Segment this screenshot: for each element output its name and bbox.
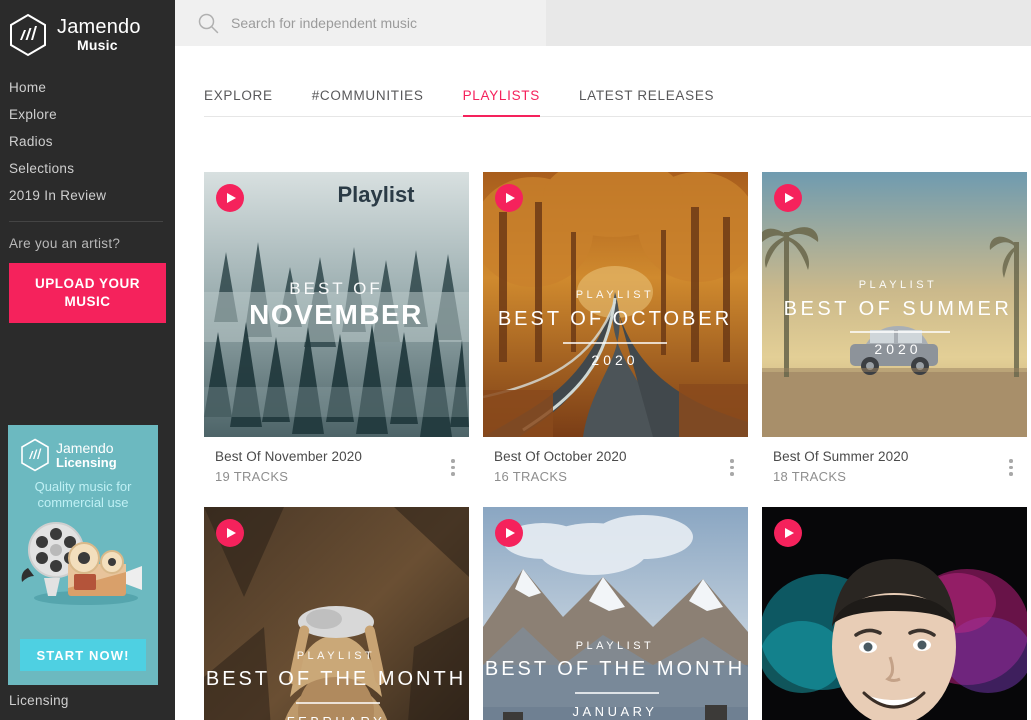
svg-text:PLAYLIST: PLAYLIST xyxy=(576,289,655,301)
tab-playlists[interactable]: PLAYLISTS xyxy=(462,88,540,117)
playlist-card[interactable]: PLAYLIST BEST OF THE MONTH JANUARY xyxy=(483,507,748,720)
brand-logo[interactable]: Jamendo Music xyxy=(0,0,175,58)
tab-communities[interactable]: #COMMUNITIES xyxy=(312,88,424,117)
svg-text:BEST OF OCTOBER: BEST OF OCTOBER xyxy=(498,308,732,330)
promo-subtitle: Licensing xyxy=(56,454,117,470)
sidebar-item-radios[interactable]: Radios xyxy=(0,128,175,155)
upload-your-music-button[interactable]: UPLOAD YOUR MUSIC xyxy=(9,263,166,324)
sidebar-item-explore[interactable]: Explore xyxy=(0,101,175,128)
promo-tagline: Quality music for commercial use xyxy=(34,479,132,511)
svg-text:NOVEMBER: NOVEMBER xyxy=(249,299,423,330)
svg-text:PLAYLIST: PLAYLIST xyxy=(576,640,655,652)
search-input[interactable] xyxy=(231,15,531,31)
three-dot-menu-icon[interactable] xyxy=(451,459,455,479)
play-icon[interactable] xyxy=(216,184,244,212)
play-icon[interactable] xyxy=(216,519,244,547)
playlist-cover-art[interactable]: PLAYLIST BEST OF SUMMER 2020 xyxy=(762,172,1027,437)
playlist-tracks: 19 TRACKS xyxy=(215,469,289,485)
svg-text:PLAYLIST: PLAYLIST xyxy=(859,279,938,291)
sidebar-item-selections[interactable]: Selections xyxy=(0,155,175,182)
start-now-button[interactable]: START NOW! xyxy=(20,639,146,671)
playlist-card[interactable]: PLAYLIST BEST OF THE MONTH FEBRUARY xyxy=(204,507,469,720)
play-icon[interactable] xyxy=(774,519,802,547)
brand-text: Jamendo Music xyxy=(57,17,141,52)
sidebar-item-2019-in-review[interactable]: 2019 In Review xyxy=(0,182,175,209)
app-root: Jamendo Music Home Explore Radios Select… xyxy=(0,0,1031,720)
playlist-cover-art[interactable]: PLAYLIST BEST OF THE MONTH FEBRUARY xyxy=(204,507,469,720)
sidebar-nav: Home Explore Radios Selections 2019 In R… xyxy=(0,74,175,209)
playlist-cover-art[interactable] xyxy=(762,507,1027,720)
play-icon[interactable] xyxy=(495,519,523,547)
sidebar-footer-licensing-link[interactable]: Licensing xyxy=(9,693,69,708)
promo-header: Jamendo Licensing xyxy=(8,425,158,472)
play-icon[interactable] xyxy=(495,184,523,212)
playlist-card-footer: Best Of Summer 2020 18 TRACKS xyxy=(762,437,1027,492)
playlist-card-footer: Best Of October 2020 16 TRACKS xyxy=(483,437,748,492)
artist-prompt: Are you an artist? xyxy=(9,236,121,251)
licensing-promo-card[interactable]: Jamendo Licensing Quality music for comm… xyxy=(8,425,158,685)
playlist-cover-art[interactable]: PLAYLIST BEST OF OCTOBER 2020 xyxy=(483,172,748,437)
svg-text:2020: 2020 xyxy=(874,341,921,357)
brand-sub: Music xyxy=(77,37,118,53)
promo-title: Jamendo xyxy=(56,439,114,456)
svg-text:BEST OF THE MONTH: BEST OF THE MONTH xyxy=(485,658,745,680)
playlist-title: Best Of Summer 2020 xyxy=(773,449,909,464)
playlist-card-footer: Best Of November 2020 19 TRACKS xyxy=(204,437,469,492)
playlist-cover-art[interactable]: PLAYLIST BEST OF THE MONTH JANUARY xyxy=(483,507,748,720)
playlist-cover-art[interactable]: Playlist BEST OF NOVEMBER xyxy=(204,172,469,437)
jamendo-hexagon-logo-icon xyxy=(8,13,48,57)
playlist-grid: Playlist BEST OF NOVEMBER Best Of Novemb… xyxy=(175,117,1031,720)
playlist-title: Best Of November 2020 xyxy=(215,449,362,464)
brand-name: Jamendo xyxy=(57,16,141,38)
svg-text:FEBRUARY: FEBRUARY xyxy=(287,714,386,720)
main-content: EXPLORE #COMMUNITIES PLAYLISTS LATEST RE… xyxy=(175,0,1031,720)
tab-explore[interactable]: EXPLORE xyxy=(204,88,273,117)
playlist-card[interactable]: Playlist BEST OF NOVEMBER Best Of Novemb… xyxy=(204,172,469,492)
top-bar xyxy=(175,0,1031,46)
tab-latest-releases[interactable]: LATEST RELEASES xyxy=(579,88,714,117)
svg-text:2020: 2020 xyxy=(591,352,638,368)
search-bar[interactable] xyxy=(175,0,546,46)
playlist-card[interactable] xyxy=(762,507,1027,720)
content-tabs: EXPLORE #COMMUNITIES PLAYLISTS LATEST RE… xyxy=(204,46,1031,117)
playlist-card[interactable]: PLAYLIST BEST OF OCTOBER 2020 Best Of Oc… xyxy=(483,172,748,492)
svg-text:Playlist: Playlist xyxy=(337,182,415,207)
search-icon xyxy=(197,12,219,34)
svg-text:JANUARY: JANUARY xyxy=(573,704,658,719)
playlist-card[interactable]: PLAYLIST BEST OF SUMMER 2020 Best Of Sum… xyxy=(762,172,1027,492)
playlist-tracks: 16 TRACKS xyxy=(494,469,568,485)
svg-text:PLAYLIST: PLAYLIST xyxy=(297,650,376,662)
playlist-title: Best Of October 2020 xyxy=(494,449,627,464)
svg-text:BEST OF THE MONTH: BEST OF THE MONTH xyxy=(206,668,466,690)
play-icon[interactable] xyxy=(774,184,802,212)
sidebar-item-home[interactable]: Home xyxy=(0,74,175,101)
playlist-tracks: 18 TRACKS xyxy=(773,469,847,485)
promo-titles: Jamendo Licensing xyxy=(56,441,117,469)
jamendo-licensing-hexagon-logo-icon xyxy=(20,438,50,472)
svg-text:BEST OF: BEST OF xyxy=(289,279,382,298)
svg-text:BEST OF SUMMER: BEST OF SUMMER xyxy=(784,298,1013,320)
film-projector-illustration-icon xyxy=(8,516,158,611)
three-dot-menu-icon[interactable] xyxy=(1009,459,1013,479)
three-dot-menu-icon[interactable] xyxy=(730,459,734,479)
sidebar: Jamendo Music Home Explore Radios Select… xyxy=(0,0,175,720)
